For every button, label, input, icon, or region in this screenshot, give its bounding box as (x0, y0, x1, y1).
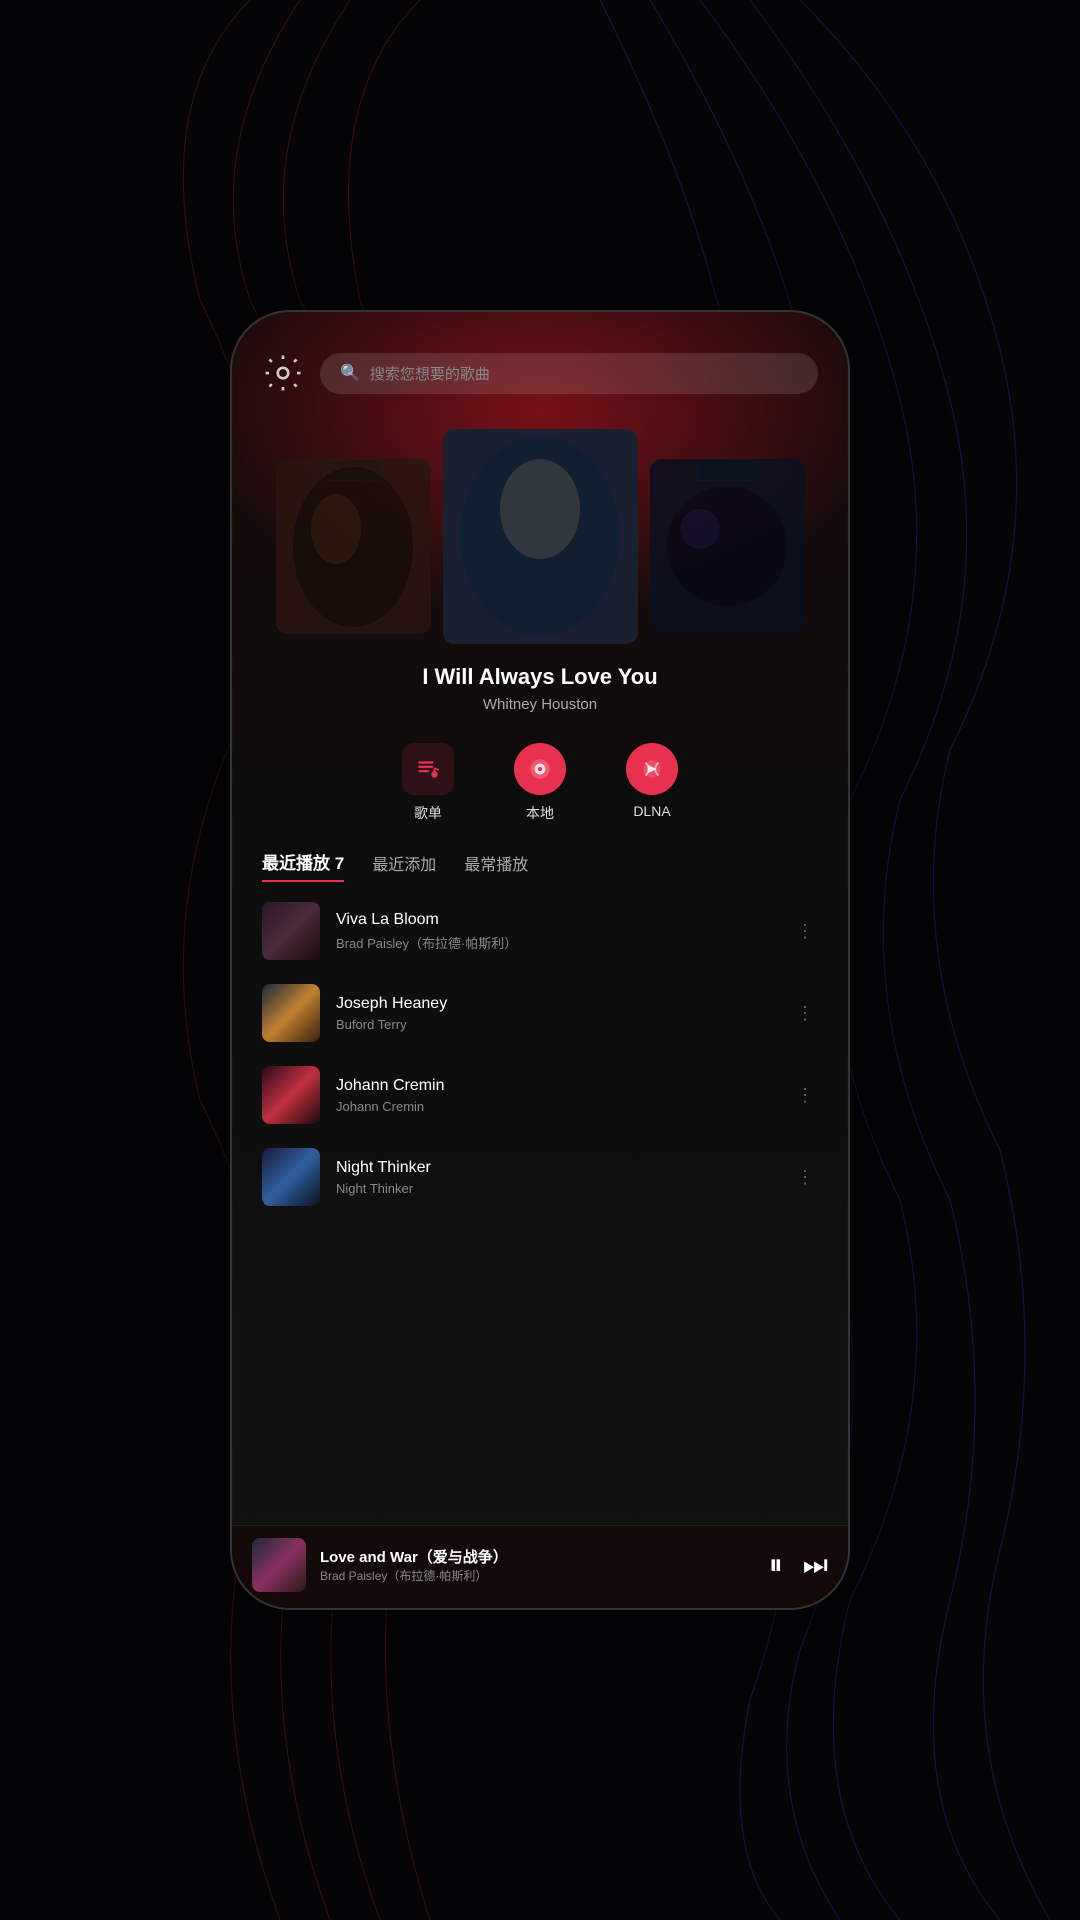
album-card-right[interactable] (650, 459, 805, 644)
tab-count: 7 (335, 854, 344, 873)
song-row-artist-0: Brad Paisley（布拉德·帕斯利） (336, 933, 776, 952)
search-placeholder: 搜索您想要的歌曲 (370, 363, 490, 384)
playlist-icon (402, 743, 454, 795)
song-row-0[interactable]: Viva La Bloom Brad Paisley（布拉德·帕斯利） ⋮ (232, 890, 848, 972)
phone-frame: 🔍 搜索您想要的歌曲 (230, 310, 850, 1610)
local-label: 本地 (526, 803, 554, 823)
next-button[interactable]: ⏭ (803, 1549, 828, 1582)
phone-content: 🔍 搜索您想要的歌曲 (232, 312, 848, 1608)
song-row-3[interactable]: Night Thinker Night Thinker ⋮ (232, 1136, 848, 1218)
header: 🔍 搜索您想要的歌曲 (232, 312, 848, 414)
more-icon-1[interactable]: ⋮ (792, 999, 818, 1028)
now-playing-info: Love and War（爱与战争） Brad Paisley（布拉德·帕斯利） (320, 1546, 755, 1584)
tab-recent-add[interactable]: 最近添加 (372, 851, 436, 881)
more-icon-0[interactable]: ⋮ (792, 917, 818, 946)
song-thumb-1 (262, 984, 320, 1042)
nav-icons: 歌单 本地 (232, 723, 848, 833)
dlna-label: DLNA (633, 803, 670, 819)
song-info: I Will Always Love You Whitney Houston (232, 644, 848, 723)
song-row-title-3: Night Thinker (336, 1159, 776, 1177)
song-row-artist-2: Johann Cremin (336, 1099, 776, 1114)
dlna-icon (626, 743, 678, 795)
now-playing-title: Love and War（爱与战争） (320, 1546, 755, 1567)
search-bar[interactable]: 🔍 搜索您想要的歌曲 (320, 353, 818, 394)
song-list: Viva La Bloom Brad Paisley（布拉德·帕斯利） ⋮ Jo… (232, 882, 848, 1525)
settings-icon[interactable] (262, 352, 304, 394)
song-thumb-0 (262, 902, 320, 960)
now-playing-controls: ⏸ ⏭ (769, 1549, 828, 1582)
album-card-center[interactable] (443, 429, 638, 644)
song-row-info-0: Viva La Bloom Brad Paisley（布拉德·帕斯利） (336, 911, 776, 952)
song-thumb-3 (262, 1148, 320, 1206)
album-img-center (443, 429, 638, 644)
song-row-title-2: Johann Cremin (336, 1077, 776, 1095)
album-carousel (232, 414, 848, 644)
nav-item-playlist[interactable]: 歌单 (402, 743, 454, 823)
more-icon-3[interactable]: ⋮ (792, 1163, 818, 1192)
now-playing-thumb (252, 1538, 306, 1592)
tab-recent-play[interactable]: 最近播放 7 (262, 849, 344, 882)
more-icon-2[interactable]: ⋮ (792, 1081, 818, 1110)
song-row-2[interactable]: Johann Cremin Johann Cremin ⋮ (232, 1054, 848, 1136)
now-playing-artist: Brad Paisley（布拉德·帕斯利） (320, 1567, 755, 1584)
album-card-left[interactable] (276, 459, 431, 644)
song-thumb-2 (262, 1066, 320, 1124)
song-row-title-0: Viva La Bloom (336, 911, 776, 929)
song-row-1[interactable]: Joseph Heaney Buford Terry ⋮ (232, 972, 848, 1054)
song-row-info-3: Night Thinker Night Thinker (336, 1159, 776, 1196)
search-icon: 🔍 (340, 363, 360, 383)
song-row-title-1: Joseph Heaney (336, 995, 776, 1013)
tabs-section: 最近播放 7 最近添加 最常播放 (232, 833, 848, 882)
pause-button[interactable]: ⏸ (769, 1549, 783, 1582)
now-playing-bar[interactable]: Love and War（爱与战争） Brad Paisley（布拉德·帕斯利）… (232, 1525, 848, 1608)
tab-most-play[interactable]: 最常播放 (464, 851, 528, 881)
album-img-right (650, 459, 805, 634)
local-icon (514, 743, 566, 795)
album-img-left (276, 459, 431, 634)
nav-item-dlna[interactable]: DLNA (626, 743, 678, 823)
song-title: I Will Always Love You (252, 664, 828, 690)
song-artist: Whitney Houston (252, 696, 828, 713)
playlist-label: 歌单 (414, 803, 442, 823)
song-row-artist-1: Buford Terry (336, 1017, 776, 1032)
nav-item-local[interactable]: 本地 (514, 743, 566, 823)
song-row-info-1: Joseph Heaney Buford Terry (336, 995, 776, 1032)
song-row-artist-3: Night Thinker (336, 1181, 776, 1196)
song-row-info-2: Johann Cremin Johann Cremin (336, 1077, 776, 1114)
